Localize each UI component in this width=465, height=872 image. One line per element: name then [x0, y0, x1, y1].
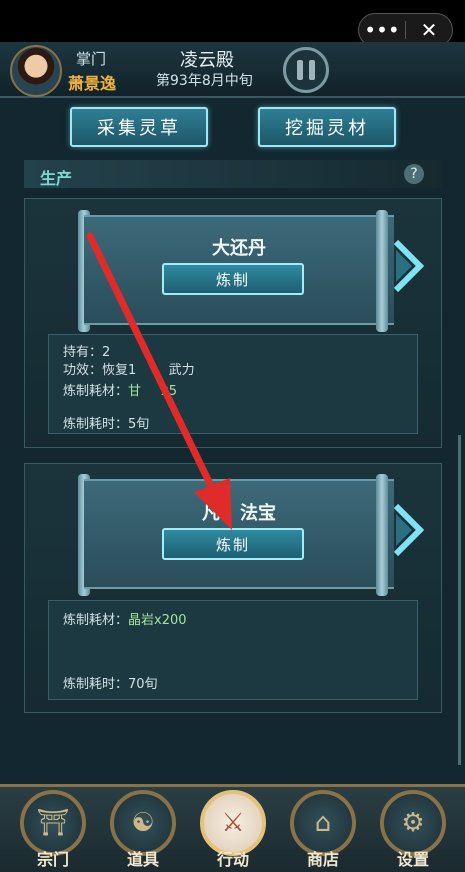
- game-date: 第93年8月中旬: [156, 73, 253, 89]
- next-arrow-icon[interactable]: [392, 238, 426, 294]
- effect-tail: 武力: [168, 363, 195, 378]
- item-name: 凡法宝: [84, 499, 394, 525]
- section-title: 生产: [40, 169, 73, 188]
- nav-item-shop[interactable]: ⌂ 商店: [290, 790, 356, 870]
- item-name-tail: 法宝: [240, 503, 276, 524]
- scrollbar[interactable]: [458, 435, 461, 765]
- material-label: 炼制耗材：: [63, 384, 129, 399]
- effect-line: 功效：恢复1 武力: [63, 359, 195, 378]
- pause-icon-bar: [297, 60, 303, 80]
- material-tail: x5: [161, 384, 177, 399]
- nav-label: 设置: [396, 850, 429, 869]
- nav-label: 宗门: [36, 850, 69, 869]
- gather-herbs-button[interactable]: 采集灵草: [70, 107, 208, 147]
- scroll-rod-right: [376, 210, 388, 332]
- section-header-bar: [24, 160, 442, 188]
- material-line: 炼制耗材：晶岩x200: [63, 609, 187, 628]
- nav-label: 道具: [126, 850, 159, 869]
- craft-button[interactable]: 炼制: [162, 528, 304, 560]
- next-arrow-icon[interactable]: [392, 502, 426, 558]
- nav-item-items[interactable]: ☯ 道具: [110, 790, 176, 870]
- hall-name: 凌云殿: [180, 50, 234, 71]
- scroll-rod-right: [376, 474, 388, 596]
- role-label: 掌门: [76, 50, 107, 68]
- craft-time: 炼制耗时：5旬: [63, 417, 150, 432]
- nav-label: 商店: [306, 850, 339, 869]
- material-value: 晶岩x200: [128, 613, 187, 628]
- item-name-head: 凡: [202, 503, 220, 524]
- craft-button[interactable]: 炼制: [162, 263, 304, 295]
- pause-button[interactable]: [283, 47, 329, 93]
- more-icon[interactable]: •••: [359, 18, 405, 42]
- item-name: 大还丹: [212, 238, 266, 259]
- material-label: 炼制耗材：: [63, 613, 129, 628]
- player-name: 萧景逸: [68, 74, 117, 93]
- held-count: 持有：2: [63, 345, 111, 360]
- craft-time: 炼制耗时：70旬: [63, 677, 158, 692]
- pause-icon-bar: [309, 60, 315, 80]
- dig-materials-button[interactable]: 挖掘灵材: [258, 107, 396, 147]
- game-header: 掌门 萧景逸 凌云殿 第93年8月中旬: [0, 42, 465, 98]
- effect-text: 功效：恢复1: [63, 363, 137, 378]
- material-line: 炼制耗材：甘 x5: [63, 380, 177, 399]
- close-icon[interactable]: ✕: [406, 18, 452, 42]
- nav-item-action[interactable]: ⚔ 行动: [200, 790, 266, 870]
- help-icon[interactable]: ?: [404, 164, 424, 184]
- nav-item-settings[interactable]: ⚙ 设置: [380, 790, 446, 870]
- avatar[interactable]: [10, 45, 62, 97]
- nav-label: 行动: [216, 850, 249, 869]
- recipe-info-box: 炼制耗材：晶岩x200 炼制耗时：70旬: [48, 600, 418, 700]
- recipe-info-box: 持有：2 功效：恢复1 武力 炼制耗材：甘 x5 炼制耗时：5旬: [48, 334, 418, 434]
- nav-item-sect[interactable]: ⛩ 宗门: [20, 790, 86, 870]
- material-value: 甘: [128, 384, 142, 399]
